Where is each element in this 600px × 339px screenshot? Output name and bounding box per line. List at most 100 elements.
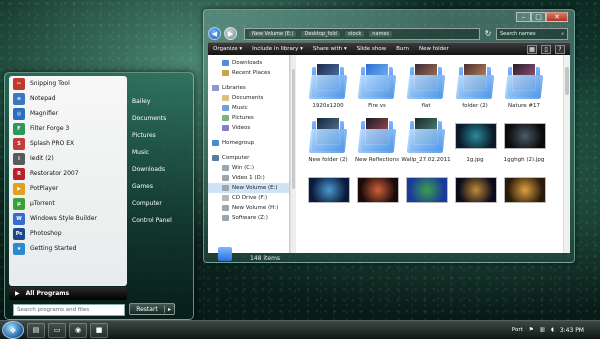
preview-pane-icon[interactable]: ▯: [541, 44, 551, 54]
nav-item[interactable]: CD Drive (F:): [208, 193, 289, 203]
folder-item[interactable]: Nature #17: [500, 61, 548, 109]
program-item[interactable]: W Windows Style Builder: [9, 211, 127, 226]
nav-item-label: Documents: [232, 95, 264, 101]
start-orb-icon[interactable]: ❖: [2, 321, 24, 339]
nav-item[interactable]: Computer: [208, 153, 289, 163]
program-item[interactable]: Ps Photoshop: [9, 226, 127, 241]
image-thumbnail: [308, 169, 350, 209]
minimize-button[interactable]: –: [516, 12, 531, 22]
pictures-icon: [222, 115, 229, 121]
program-item[interactable]: ◎ Magnifier: [9, 106, 127, 121]
program-item[interactable]: ▶ PotPlayer: [9, 181, 127, 196]
program-item[interactable]: ≡ Notepad: [9, 91, 127, 106]
tray-label[interactable]: Port: [512, 327, 523, 333]
all-programs-label: All Programs: [25, 290, 70, 297]
burn-button[interactable]: Burn: [396, 46, 409, 52]
maximize-button[interactable]: □: [531, 12, 546, 22]
folder-item[interactable]: 1920x1200: [304, 61, 352, 109]
folder-front: [357, 75, 397, 99]
share-with-button[interactable]: Share with ▾: [313, 46, 347, 52]
back-button[interactable]: ◀: [208, 27, 221, 40]
folder-item[interactable]: flat: [402, 61, 450, 109]
window-icon[interactable]: ▭: [48, 322, 66, 338]
start-link[interactable]: Documents: [129, 110, 191, 127]
documents-icon: [222, 95, 229, 101]
volume-icon[interactable]: ◖: [551, 327, 554, 333]
system-tray: Port ⚑ ▥ ◖ 3:43 PM: [512, 327, 600, 334]
start-link[interactable]: Games: [129, 178, 191, 195]
nav-item[interactable]: Libraries: [208, 83, 289, 93]
start-link[interactable]: Control Panel: [129, 212, 191, 229]
slide-show-button[interactable]: Slide show: [357, 46, 386, 52]
start-link[interactable]: Downloads: [129, 161, 191, 178]
app-icon[interactable]: ■: [90, 322, 108, 338]
nav-item[interactable]: Software (Z:): [208, 213, 289, 223]
folder-item[interactable]: New Reflections: [353, 115, 401, 163]
nav-item[interactable]: Pictures: [208, 113, 289, 123]
folder-thumbnail: [406, 115, 446, 155]
program-item[interactable]: i Iedit (2): [9, 151, 127, 166]
nav-item[interactable]: Downloads: [208, 58, 289, 68]
nav-item[interactable]: Videos: [208, 123, 289, 133]
program-item[interactable]: R Restorator 2007: [9, 166, 127, 181]
help-icon[interactable]: ?: [555, 44, 565, 54]
image-item[interactable]: [353, 169, 401, 211]
breadcrumb-item[interactable]: New Volume (E:): [249, 30, 297, 37]
refresh-icon[interactable]: ↻: [483, 29, 493, 38]
explorer-body: Downloads Recent Places Libraries Documents…: [208, 55, 570, 253]
start-link[interactable]: Music: [129, 144, 191, 161]
start-link[interactable]: Computer: [129, 195, 191, 212]
all-programs-button[interactable]: ▶ All Programs: [9, 287, 127, 300]
start-link[interactable]: Pictures: [129, 127, 191, 144]
nav-item[interactable]: Homegroup: [208, 138, 289, 148]
explorer-window[interactable]: – □ ✕ ◀ ▶ New Volume (E:) Desktop_fold sto…: [203, 9, 575, 263]
forward-button[interactable]: ▶: [224, 27, 237, 40]
change-view-icon[interactable]: ▦: [527, 44, 537, 54]
program-item[interactable]: µ µTorrent: [9, 196, 127, 211]
folder-icon[interactable]: ▤: [27, 322, 45, 338]
chrome-icon[interactable]: ◉: [69, 322, 87, 338]
restart-button[interactable]: Restart ▸: [129, 303, 175, 315]
folder-item[interactable]: folder (2): [451, 61, 499, 109]
nav-item[interactable]: Video 1 (D:): [208, 173, 289, 183]
folder-item[interactable]: Wallp_27.02.2011: [401, 115, 451, 163]
program-label: Magnifier: [30, 110, 59, 117]
search-input[interactable]: Search names ⌕: [496, 27, 568, 40]
nav-item[interactable]: Music: [208, 103, 289, 113]
nav-item[interactable]: Documents: [208, 93, 289, 103]
program-label: µTorrent: [30, 200, 55, 207]
image-item[interactable]: 1g.jpg: [451, 115, 499, 163]
program-item[interactable]: F Filter Forge 3: [9, 121, 127, 136]
program-item[interactable]: S Splash PRO EX: [9, 136, 127, 151]
photo-preview: [308, 177, 350, 203]
address-bar[interactable]: New Volume (E:) Desktop_fold stock names: [244, 27, 480, 40]
program-item[interactable]: ★ Getting Started: [9, 241, 127, 256]
flag-icon[interactable]: ⚑: [529, 327, 534, 333]
image-item[interactable]: 1gghgh (2).jpg: [500, 115, 548, 163]
new-folder-button[interactable]: New folder: [419, 46, 449, 52]
program-item[interactable]: ✂ Snipping Tool: [9, 76, 127, 91]
network-icon[interactable]: ▥: [540, 327, 545, 333]
breadcrumb-item[interactable]: Desktop_fold: [301, 30, 340, 37]
file-view-scrollbar[interactable]: [563, 55, 570, 253]
organize-button[interactable]: Organize ▾: [213, 46, 242, 52]
image-item[interactable]: [402, 169, 450, 211]
include-in-library-button[interactable]: Include in library ▾: [252, 46, 303, 52]
computer-icon: [212, 155, 219, 161]
start-search-input[interactable]: Search programs and files: [13, 304, 125, 316]
close-button[interactable]: ✕: [546, 12, 568, 22]
nav-item[interactable]: New Volume (H:): [208, 203, 289, 213]
nav-item[interactable]: New Volume (E:): [208, 183, 289, 193]
breadcrumb-item[interactable]: stock: [344, 30, 365, 37]
nav-item[interactable]: Win (C:): [208, 163, 289, 173]
image-item[interactable]: [304, 169, 352, 211]
folder-item[interactable]: New folder (2): [304, 115, 352, 163]
folder-item[interactable]: Fire vs: [353, 61, 401, 109]
chevron-right-icon[interactable]: ▸: [164, 305, 174, 313]
start-link[interactable]: Bailey: [129, 93, 191, 110]
breadcrumb-item[interactable]: names: [369, 30, 393, 37]
clock[interactable]: 3:43 PM: [560, 327, 584, 334]
image-item[interactable]: [500, 169, 548, 211]
nav-item[interactable]: Recent Places: [208, 68, 289, 78]
image-item[interactable]: [451, 169, 499, 211]
